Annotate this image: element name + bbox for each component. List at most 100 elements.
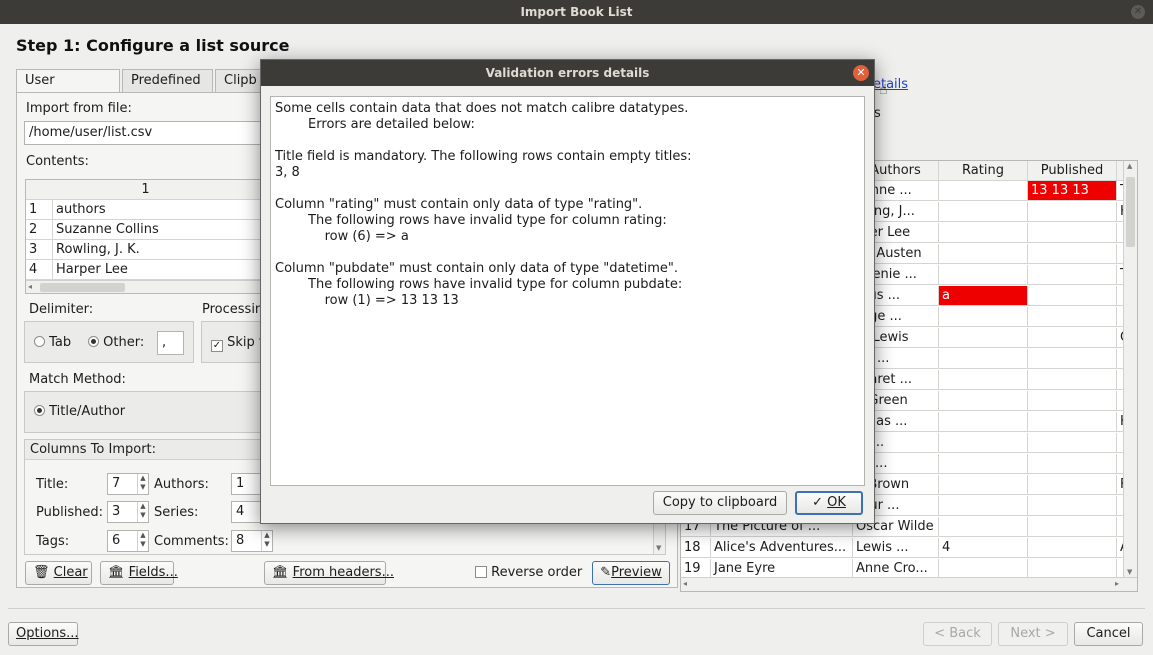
published-cell[interactable] <box>1028 517 1117 537</box>
rating-cell[interactable] <box>939 517 1028 537</box>
scrollbar-thumb[interactable] <box>40 283 125 292</box>
comments-col-label: Comments: <box>154 534 229 549</box>
rating-cell[interactable] <box>939 496 1028 516</box>
published-cell[interactable] <box>1028 391 1117 411</box>
rating-cell[interactable] <box>939 370 1028 390</box>
window-title: Import Book List <box>520 5 633 19</box>
hand-cursor-icon: ☝ <box>879 82 888 98</box>
horizontal-scrollbar[interactable]: ◂ <box>26 280 264 293</box>
rating-cell[interactable] <box>939 265 1028 285</box>
tags-col-spinner[interactable]: 6 ▲ ▼ <box>107 530 149 552</box>
published-cell[interactable] <box>1028 244 1117 264</box>
file-path-input[interactable]: /home/user/list.csv <box>24 121 264 145</box>
published-cell[interactable] <box>1028 496 1117 516</box>
rating-cell[interactable]: 4 <box>939 538 1028 558</box>
cancel-button[interactable]: Cancel <box>1074 622 1143 646</box>
rating-cell[interactable] <box>939 307 1028 327</box>
preview-vertical-scrollbar[interactable]: ▲ ▼ <box>1123 161 1137 577</box>
table-cell[interactable]: authors <box>53 200 264 220</box>
rating-cell[interactable] <box>939 475 1028 495</box>
spinner-arrows-icon[interactable]: ▲ ▼ <box>137 474 148 494</box>
preview-rating-header[interactable]: Rating <box>939 161 1028 181</box>
published-cell[interactable] <box>1028 454 1117 474</box>
options-button[interactable]: Options... <box>8 622 79 646</box>
authors-cell[interactable]: Lewis ... <box>853 538 939 558</box>
scroll-right-icon[interactable]: ▸ <box>1115 579 1119 588</box>
published-cell[interactable]: 13 13 13 <box>1028 181 1117 201</box>
tab-predefined[interactable]: Predefined <box>122 69 213 92</box>
published-cell[interactable] <box>1028 328 1117 348</box>
rating-cell[interactable] <box>939 202 1028 222</box>
published-col-spinner[interactable]: 3 ▲ ▼ <box>107 501 149 523</box>
dialog-close-icon[interactable]: ✕ <box>853 65 869 81</box>
scroll-up-icon[interactable]: ▲ <box>1127 162 1132 170</box>
copy-to-clipboard-button[interactable]: Copy to clipboard <box>653 491 787 515</box>
next-button[interactable]: Next > <box>998 622 1068 646</box>
scroll-left-icon[interactable]: ◂ <box>683 579 687 588</box>
published-cell[interactable] <box>1028 265 1117 285</box>
delimiter-other-radio[interactable]: Other: <box>88 335 144 350</box>
tab-clipboard[interactable]: Clipb <box>215 69 265 92</box>
rating-cell[interactable] <box>939 559 1028 579</box>
fields-button[interactable]: 🏛 Fields... <box>100 561 178 585</box>
published-cell[interactable] <box>1028 286 1117 306</box>
back-button[interactable]: < Back <box>923 622 992 646</box>
title-col-spinner[interactable]: 7 ▲ ▼ <box>107 473 149 495</box>
delimiter-other-input[interactable]: , <box>157 331 184 355</box>
rating-cell[interactable] <box>939 433 1028 453</box>
published-cell[interactable] <box>1028 475 1117 495</box>
published-cell[interactable] <box>1028 433 1117 453</box>
table-cell[interactable]: Rowling, J. K. <box>53 240 264 260</box>
ok-button[interactable]: ✓ OK <box>795 491 863 515</box>
title-cell[interactable]: Alice's Adventures... <box>711 538 853 558</box>
row-number: 18 <box>681 538 711 558</box>
published-cell[interactable] <box>1028 412 1117 432</box>
published-cell[interactable] <box>1028 559 1117 579</box>
rating-cell[interactable] <box>939 349 1028 369</box>
reverse-order-checkbox[interactable]: Reverse order <box>475 565 582 580</box>
rating-cell[interactable] <box>939 454 1028 474</box>
authors-cell[interactable]: Anne Cro... <box>853 559 939 579</box>
rating-cell[interactable] <box>939 181 1028 201</box>
clear-button[interactable]: 🗑 Clear <box>25 561 92 585</box>
preview-button[interactable]: ✎Preview <box>592 561 670 585</box>
spinner-arrows-icon[interactable]: ▲ ▼ <box>137 531 148 551</box>
scroll-left-icon[interactable]: ◂ <box>28 282 32 291</box>
spinner-arrows-icon[interactable]: ▲ ▼ <box>261 531 272 551</box>
published-cell[interactable] <box>1028 223 1117 243</box>
trash-icon: 🗑 <box>33 565 50 580</box>
rating-cell[interactable] <box>939 328 1028 348</box>
title-cell[interactable]: Jane Eyre <box>711 559 853 579</box>
preview-horizontal-scrollbar[interactable]: ◂ ▸ <box>681 577 1137 591</box>
from-headers-button[interactable]: 🏛 From headers... <box>264 561 394 585</box>
checkmark-icon: ✓ <box>812 495 823 510</box>
contents-column-header[interactable]: 1 <box>26 180 264 200</box>
published-cell[interactable] <box>1028 307 1117 327</box>
comments-col-spinner[interactable]: 8 ▲ ▼ <box>231 530 273 552</box>
delimiter-tab-radio[interactable]: Tab <box>34 335 71 350</box>
preview-published-header[interactable]: Published <box>1028 161 1117 181</box>
rating-cell[interactable] <box>939 244 1028 264</box>
checkmark-icon: ✓ <box>211 340 223 352</box>
row-number: 1 <box>26 200 53 220</box>
rating-cell[interactable]: a <box>939 286 1028 306</box>
table-cell[interactable]: Harper Lee <box>53 260 264 280</box>
spinner-arrows-icon[interactable]: ▲ ▼ <box>137 502 148 522</box>
rating-cell[interactable] <box>939 412 1028 432</box>
published-cell[interactable] <box>1028 538 1117 558</box>
table-cell[interactable]: Suzanne Collins <box>53 220 264 240</box>
skip-checkbox[interactable]: ✓ Skip f <box>211 335 264 352</box>
published-cell[interactable] <box>1028 202 1117 222</box>
rating-cell[interactable] <box>939 391 1028 411</box>
rating-cell[interactable] <box>939 223 1028 243</box>
published-cell[interactable] <box>1028 349 1117 369</box>
errors-text-area[interactable]: Some cells contain data that does not ma… <box>270 96 865 486</box>
published-cell[interactable] <box>1028 370 1117 390</box>
scrollbar-thumb[interactable] <box>1126 177 1135 247</box>
tab-user-settings[interactable]: User Settings <box>16 69 120 109</box>
title-author-radio[interactable]: Title/Author <box>34 404 125 419</box>
scroll-down-icon[interactable]: ▼ <box>1127 568 1132 576</box>
scroll-down-icon[interactable]: ▼ <box>656 544 661 552</box>
window-close-icon[interactable]: ✕ <box>1131 5 1145 19</box>
contents-table[interactable]: 1 1 authors 2 Suzanne Collins 3 Rowling,… <box>25 179 265 294</box>
